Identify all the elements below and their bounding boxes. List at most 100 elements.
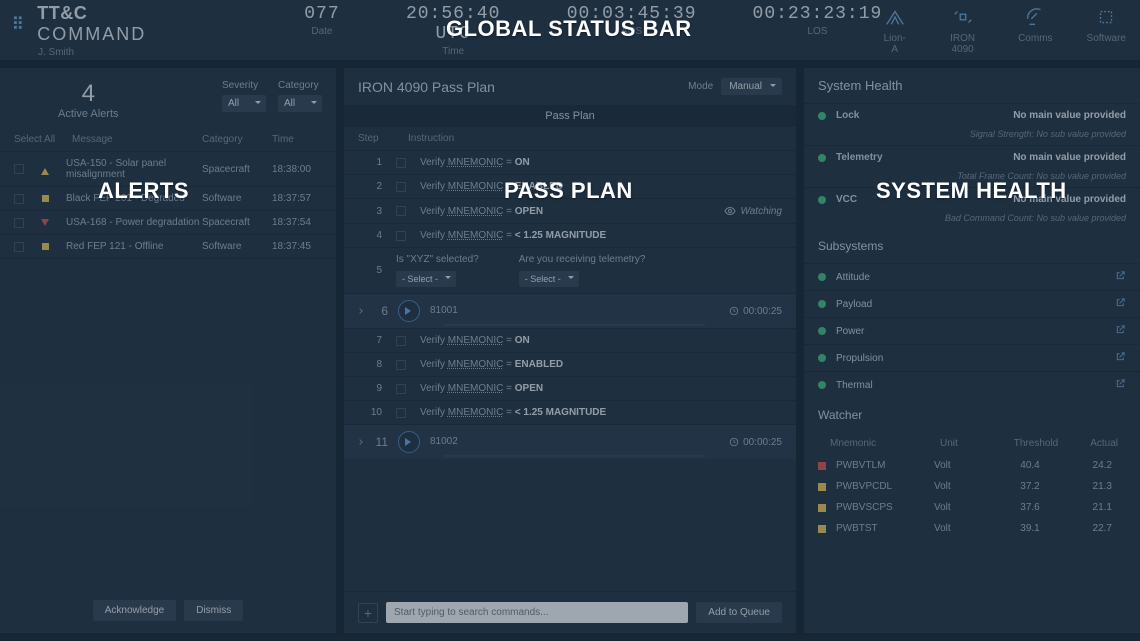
status-lion-a[interactable]: Lion-A (882, 6, 907, 55)
alerts-count: 4 Active Alerts (58, 80, 119, 120)
filter-severity: SeverityAll (222, 80, 266, 112)
pass-step: 9Verify MNEMONIC = OPEN (344, 376, 796, 400)
pass-step: 10Verify MNEMONIC = < 1.25 MAGNITUDE (344, 400, 796, 424)
health-item: TelemetryNo main value provided (804, 145, 1140, 169)
subsystem-row[interactable]: Attitude (804, 263, 1140, 290)
status-dot (818, 381, 826, 389)
status-dot (818, 196, 826, 204)
alert-row[interactable]: Black FEP 201 - DegradedSoftware18:37:57 (0, 187, 336, 211)
status-iron-4090[interactable]: IRON 4090 (941, 6, 984, 55)
watcher-row: PWBVPCDLVolt37.221.3 (804, 476, 1140, 497)
expand-icon[interactable] (357, 308, 363, 314)
pass-step: 7Verify MNEMONIC = ON (344, 328, 796, 352)
pass-command: 118100200:00:25 (344, 424, 796, 459)
pass-plan-header: Step Instruction (344, 127, 796, 150)
severity-icon (40, 218, 50, 228)
external-link-icon[interactable] (1115, 270, 1126, 284)
watching-indicator: Watching (724, 205, 782, 217)
step-checkbox[interactable] (396, 336, 406, 346)
subsystem-row[interactable]: Power (804, 317, 1140, 344)
subsystem-row[interactable]: Payload (804, 290, 1140, 317)
step-checkbox[interactable] (396, 182, 406, 192)
status-dot (818, 273, 826, 281)
status-comms[interactable]: Comms (1018, 6, 1052, 55)
clock-aos: 00:03:45:39AOS (567, 4, 697, 57)
duration: 00:00:25 (729, 437, 782, 448)
step-checkbox[interactable] (396, 231, 406, 241)
mode-select[interactable]: Manual (721, 78, 782, 95)
pass-command: 68100100:00:25 (344, 293, 796, 328)
add-to-queue-button[interactable]: Add to Queue (696, 602, 782, 623)
pass-step: 8Verify MNEMONIC = ENABLED (344, 352, 796, 376)
status-dot (818, 327, 826, 335)
command-search-input[interactable] (386, 602, 688, 623)
filter-category: CategoryAll (278, 80, 322, 112)
alert-row[interactable]: USA-168 - Power degradationSpacecraft18:… (0, 211, 336, 235)
app-title: TT&C COMMAND (37, 3, 194, 45)
acknowledge-button[interactable]: Acknowledge (93, 600, 176, 621)
watcher-row: PWBVTLMVolt40.424.2 (804, 455, 1140, 476)
external-link-icon[interactable] (1115, 297, 1126, 311)
alerts-panel: 4 Active Alerts SeverityAll CategoryAll S… (0, 68, 336, 633)
step-checkbox[interactable] (396, 158, 406, 168)
step-checkbox[interactable] (396, 384, 406, 394)
alert-checkbox[interactable] (14, 164, 24, 174)
duration: 00:00:25 (729, 306, 782, 317)
subsystems-title: Subsystems (804, 229, 1140, 263)
external-link-icon[interactable] (1115, 351, 1126, 365)
play-button[interactable] (398, 431, 420, 453)
health-sub: Signal Strength: No sub value provided (804, 127, 1140, 145)
alert-checkbox[interactable] (14, 218, 24, 228)
add-command-button[interactable]: + (358, 603, 378, 623)
step-checkbox[interactable] (396, 360, 406, 370)
logo-icon (14, 16, 29, 32)
health-sub: Bad Command Count: No sub value provided (804, 211, 1140, 229)
severity-icon (40, 194, 50, 204)
global-status-bar: TT&C COMMAND J. Smith 077Date 20:56:40 UT… (0, 0, 1140, 60)
system-health-title: System Health (804, 68, 1140, 103)
alert-checkbox[interactable] (14, 194, 24, 204)
clock-date: 077Date (304, 4, 339, 57)
play-button[interactable] (398, 300, 420, 322)
mode-label: Mode (688, 81, 713, 92)
alert-row[interactable]: Red FEP 121 - OfflineSoftware18:37:45 (0, 235, 336, 259)
pass-step: 4Verify MNEMONIC = < 1.25 MAGNITUDE (344, 223, 796, 247)
alert-row[interactable]: USA-150 - Solar panel misalignmentSpacec… (0, 152, 336, 187)
pass-plan-title: IRON 4090 Pass Plan (358, 79, 495, 95)
filter-category-select[interactable]: All (278, 95, 322, 112)
status-square (818, 504, 826, 512)
user-name: J. Smith (38, 47, 194, 58)
severity-icon (40, 242, 50, 252)
expand-icon[interactable] (357, 439, 363, 445)
subsystem-row[interactable]: Thermal (804, 371, 1140, 398)
watcher-title: Watcher (804, 398, 1140, 432)
status-square (818, 525, 826, 533)
status-dot (818, 354, 826, 362)
filter-severity-select[interactable]: All (222, 95, 266, 112)
subsystem-row[interactable]: Propulsion (804, 344, 1140, 371)
external-link-icon[interactable] (1115, 378, 1126, 392)
watcher-row: PWBVSCPSVolt37.621.1 (804, 497, 1140, 518)
question-select[interactable]: - Select - (519, 271, 579, 287)
clock-group: 077Date 20:56:40 UTCTime 00:03:45:39AOS 00:… (304, 4, 882, 57)
severity-icon (40, 164, 50, 174)
watcher-row: PWBTSTVolt39.122.7 (804, 518, 1140, 539)
status-dot (818, 112, 826, 120)
clock-los: 00:23:23:19LOS (753, 4, 883, 57)
pass-step: 1Verify MNEMONIC = ON (344, 150, 796, 174)
alerts-table-header: Select All Message Category Time (0, 128, 336, 152)
step-checkbox[interactable] (396, 408, 406, 418)
status-square (818, 462, 826, 470)
pass-step: 3Verify MNEMONIC = OPENWatching (344, 198, 796, 223)
external-link-icon[interactable] (1115, 324, 1126, 338)
question-select[interactable]: - Select - (396, 271, 456, 287)
health-item: LockNo main value provided (804, 103, 1140, 127)
pass-plan-panel: IRON 4090 Pass Plan Mode Manual Pass Pla… (344, 68, 796, 633)
clock-time: 20:56:40 UTCTime (396, 4, 511, 57)
alert-checkbox[interactable] (14, 242, 24, 252)
status-dot (818, 300, 826, 308)
status-software[interactable]: Software (1087, 6, 1126, 55)
step-checkbox[interactable] (396, 206, 406, 216)
dismiss-button[interactable]: Dismiss (184, 600, 243, 621)
health-sub: Total Frame Count: No sub value provided (804, 169, 1140, 187)
